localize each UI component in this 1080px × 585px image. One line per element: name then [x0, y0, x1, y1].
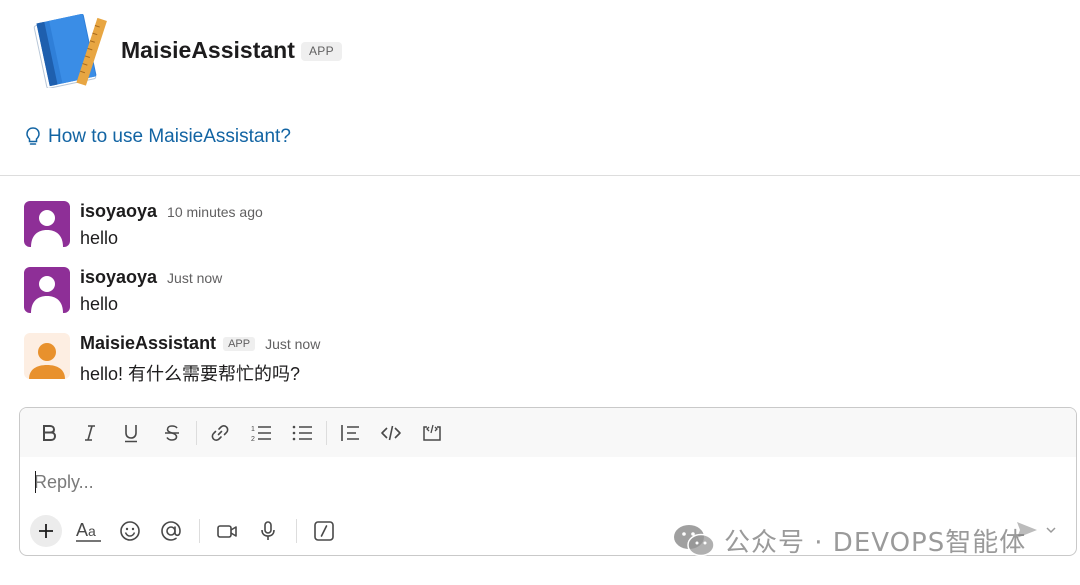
- svg-text:A: A: [76, 520, 88, 540]
- svg-text:2: 2: [251, 436, 255, 443]
- ordered-list-icon: 1 2: [251, 426, 271, 443]
- underline-icon: [125, 424, 137, 442]
- bulleted-list-button[interactable]: [287, 418, 317, 448]
- plus-icon: [39, 524, 53, 538]
- code-block-icon: [423, 424, 441, 441]
- bold-icon: [43, 424, 57, 441]
- user-avatar-icon: [24, 201, 70, 247]
- audio-clip-button[interactable]: [253, 516, 283, 546]
- bot-avatar-icon: [24, 333, 70, 379]
- italic-button[interactable]: [75, 418, 105, 448]
- message-text: hello: [80, 228, 119, 248]
- bold-button[interactable]: [34, 418, 64, 448]
- video-camera-icon: [217, 525, 237, 538]
- reply-input[interactable]: [34, 468, 934, 496]
- text-format-icon: A a: [76, 520, 101, 542]
- shortcuts-button[interactable]: [309, 516, 339, 546]
- message-header: isoyaoya Just now: [80, 267, 222, 288]
- blockquote-button[interactable]: [335, 418, 365, 448]
- message-timestamp[interactable]: Just now: [265, 336, 320, 352]
- video-clip-button[interactable]: [212, 516, 242, 546]
- formatting-toggle-button[interactable]: A a: [74, 516, 104, 546]
- emoji-button[interactable]: [115, 516, 145, 546]
- slash-command-icon: [314, 521, 334, 541]
- lightbulb-icon: [26, 127, 40, 145]
- mention-button[interactable]: [156, 516, 186, 546]
- message-text: hello! 有什么需要帮忙的吗?: [80, 364, 301, 384]
- app-logo-notebook-icon: [33, 14, 107, 88]
- how-to-use-label: How to use MaisieAssistant?: [48, 126, 291, 147]
- message-header: isoyaoya 10 minutes ago: [80, 201, 263, 222]
- message-sender[interactable]: MaisieAssistant: [80, 333, 216, 354]
- message-header: MaisieAssistant APP Just now: [80, 333, 320, 354]
- user-avatar[interactable]: [24, 267, 70, 313]
- bot-avatar[interactable]: [24, 333, 70, 379]
- link-icon: [211, 424, 229, 441]
- how-to-use-link[interactable]: How to use MaisieAssistant?: [24, 126, 291, 148]
- reply-composer: 1 2 Reply... A a: [19, 407, 1077, 556]
- toolbar-divider: [296, 519, 297, 543]
- message-item[interactable]: isoyaoya 10 minutes ago hello: [24, 201, 1064, 261]
- underline-button[interactable]: [116, 418, 146, 448]
- channel-header: MaisieAssistant APP How to use MaisieAss…: [0, 0, 1080, 176]
- message-text: hello: [80, 294, 119, 314]
- at-sign-icon: [161, 521, 181, 541]
- code-button[interactable]: [376, 418, 406, 448]
- svg-text:a: a: [88, 523, 96, 539]
- message-timestamp[interactable]: 10 minutes ago: [167, 204, 263, 220]
- app-badge: APP: [301, 42, 342, 61]
- text-caret: [35, 471, 36, 493]
- microphone-icon: [261, 521, 275, 540]
- message-item[interactable]: isoyaoya Just now hello: [24, 267, 1064, 327]
- message-timestamp[interactable]: Just now: [167, 270, 222, 286]
- message-list: isoyaoya 10 minutes ago hello isoyaoya J…: [0, 177, 1080, 407]
- strikethrough-icon: [165, 424, 179, 441]
- blockquote-icon: [341, 424, 359, 441]
- toolbar-divider: [326, 420, 327, 445]
- bulleted-list-icon: [292, 425, 312, 440]
- toolbar-divider: [196, 420, 197, 445]
- toolbar-divider: [199, 519, 200, 543]
- user-avatar[interactable]: [24, 201, 70, 247]
- message-sender[interactable]: isoyaoya: [80, 201, 157, 222]
- composer-actions: A a: [30, 514, 350, 548]
- send-paper-plane-icon: [1017, 522, 1037, 538]
- ordered-list-button[interactable]: 1 2: [246, 418, 276, 448]
- chevron-down-icon[interactable]: [1044, 523, 1058, 537]
- italic-icon: [85, 424, 95, 441]
- app-name[interactable]: MaisieAssistant: [121, 37, 295, 64]
- emoji-icon: [120, 521, 140, 541]
- strikethrough-button[interactable]: [157, 418, 187, 448]
- user-avatar-icon: [24, 267, 70, 313]
- code-icon: [381, 425, 401, 440]
- message-item[interactable]: MaisieAssistant APP Just now hello! 有什么需…: [24, 333, 1064, 393]
- send-button[interactable]: [1014, 518, 1040, 542]
- formatting-toolbar: 1 2: [20, 408, 1076, 457]
- add-attachment-button[interactable]: [30, 515, 62, 547]
- app-badge: APP: [223, 337, 256, 351]
- code-block-button[interactable]: [417, 418, 447, 448]
- message-sender[interactable]: isoyaoya: [80, 267, 157, 288]
- send-controls: [1014, 518, 1058, 542]
- link-button[interactable]: [205, 418, 235, 448]
- svg-text:1: 1: [251, 426, 255, 433]
